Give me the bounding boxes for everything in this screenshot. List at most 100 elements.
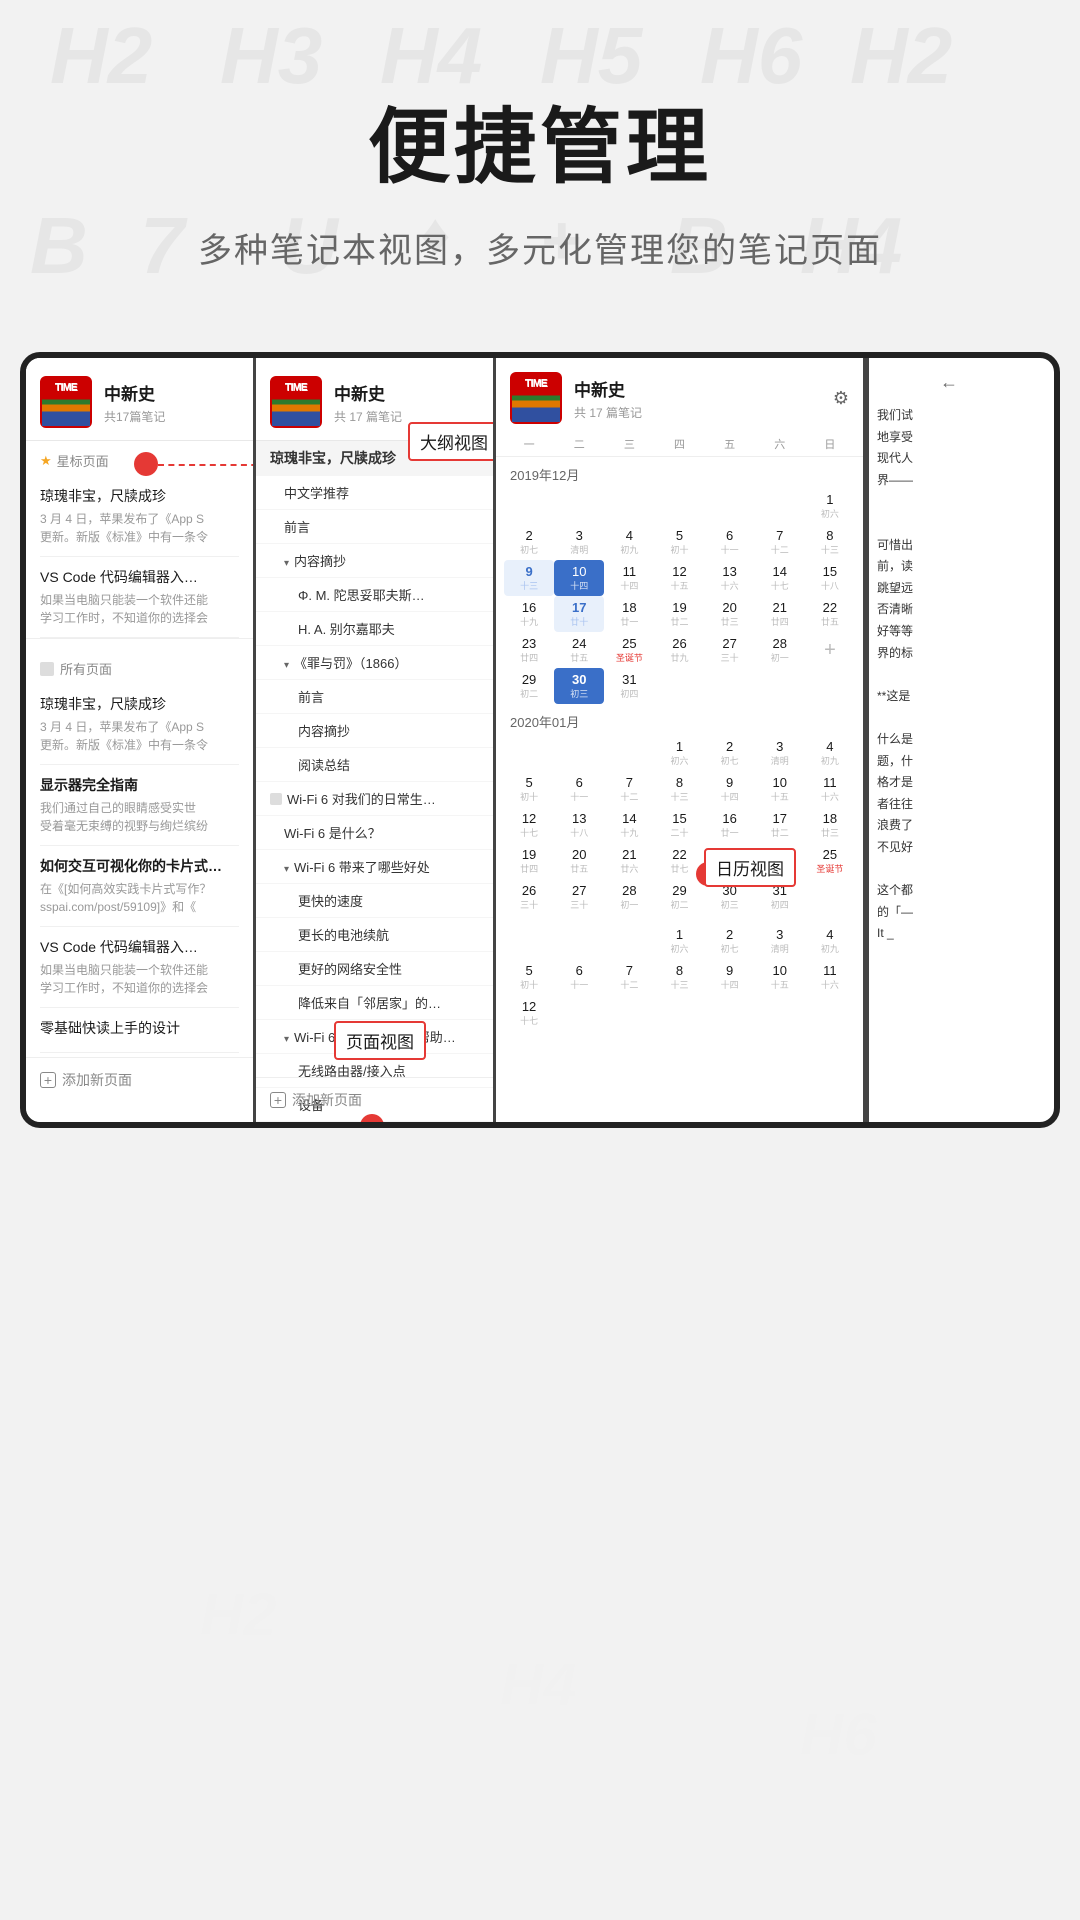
cal-cell[interactable]: 17廿十 <box>554 596 604 632</box>
cal-cell[interactable]: 3清明 <box>755 923 805 959</box>
cal-cell[interactable]: 5初十 <box>504 959 554 995</box>
cal-cell[interactable]: 2初七 <box>504 524 554 560</box>
list-item[interactable]: 琼瑰非宝，尺牍成珍 3 月 4 日，苹果发布了《App S更新。新版《标准》中有… <box>40 476 239 557</box>
cal-cell[interactable]: 28初一 <box>755 632 805 668</box>
screenshots-area: TIME 中新史 共17篇笔记 <box>0 332 1080 1208</box>
cal-cell[interactable]: 14十七 <box>755 560 805 596</box>
cal-cell[interactable]: 24廿五 <box>554 632 604 668</box>
back-icon[interactable]: ← <box>940 372 958 392</box>
list-item[interactable]: 琼瑰非宝，尺牍成珍 3 月 4 日，苹果发布了《App S更新。新版《标准》中有… <box>40 684 239 765</box>
list-item[interactable]: 零基础快读上手的设计 <box>40 1008 239 1053</box>
cal-cell[interactable]: 6十一 <box>705 524 755 560</box>
outline-item[interactable]: Φ. M. 陀思妥耶夫斯… <box>256 578 493 612</box>
cal-cell[interactable]: 12十五 <box>654 560 704 596</box>
cal-cell[interactable]: 12十七 <box>504 995 554 1031</box>
cal-cell[interactable]: 10十五 <box>755 771 805 807</box>
add-page-button-1[interactable]: + 添加新页面 <box>26 1057 253 1102</box>
cal-cell[interactable]: 26三十 <box>504 879 554 915</box>
cal-cell[interactable]: 7十二 <box>755 524 805 560</box>
cal-cell[interactable]: 7十二 <box>604 771 654 807</box>
cal-cell[interactable]: 11十四 <box>604 560 654 596</box>
cal-cell[interactable]: 21廿四 <box>755 596 805 632</box>
outline-item[interactable]: Wi-Fi 6 是什么？ <box>256 816 493 850</box>
outline-item[interactable]: 降低来自「邻居家」的… <box>256 986 493 1020</box>
outline-item[interactable]: 前言 <box>256 680 493 714</box>
list-item[interactable]: 如何交互可视化你的卡片式… 在《[如何高效实践卡片式写作？sspai.com/p… <box>40 846 239 927</box>
outline-item[interactable]: 中文学推荐 <box>256 476 493 510</box>
gear-icon[interactable]: ⚙ <box>833 388 849 409</box>
cal-cell[interactable]: 31初四 <box>604 668 654 704</box>
outline-item[interactable]: H. A. 别尔嘉耶夫 <box>256 612 493 646</box>
outline-item[interactable]: ▾《罪与罚》（1866） <box>256 646 493 680</box>
cal-cell[interactable]: 4初九 <box>805 923 855 959</box>
cal-cell[interactable]: 20廿五 <box>554 843 604 879</box>
notebook-cover-3: TIME <box>510 372 562 424</box>
cal-cell[interactable]: 19廿二 <box>654 596 704 632</box>
cal-cell-today2[interactable]: 30初三 <box>554 668 604 704</box>
cal-cell-holiday[interactable]: 25圣诞节 <box>604 632 654 668</box>
cal-cell[interactable]: 11十六 <box>805 771 855 807</box>
cal-cell-add[interactable]: + <box>805 632 855 668</box>
cal-cell[interactable]: 6十一 <box>554 771 604 807</box>
cal-cell[interactable]: 9十四 <box>705 959 755 995</box>
cal-cell[interactable]: 1 初六 <box>805 488 855 524</box>
cal-cell[interactable]: 27三十 <box>554 879 604 915</box>
list-item[interactable]: VS Code 代码编辑器入… 如果当电脑只能装一个软件还能学习工作时，不知道你… <box>40 557 239 638</box>
cal-cell[interactable]: 13十八 <box>554 807 604 843</box>
cal-cell[interactable]: 4初九 <box>805 735 855 771</box>
cal-cell-selected[interactable]: 10十四 <box>554 560 604 596</box>
cal-cell[interactable]: 17廿二 <box>755 807 805 843</box>
cal-cell[interactable]: 1初六 <box>654 923 704 959</box>
cal-cell[interactable]: 11十六 <box>805 959 855 995</box>
cal-cell[interactable]: 8十三 <box>654 771 704 807</box>
cal-cell[interactable]: 16廿一 <box>705 807 755 843</box>
cal-cell[interactable]: 27三十 <box>705 632 755 668</box>
cal-cell[interactable]: 18廿三 <box>805 807 855 843</box>
cal-cell[interactable]: 1初六 <box>654 735 704 771</box>
cal-cell[interactable]: 29初二 <box>654 879 704 915</box>
outline-item[interactable]: 更长的电池续航 <box>256 918 493 952</box>
outline-item[interactable]: ▾Wi-Fi 6 带来了哪些好处 <box>256 850 493 884</box>
cal-cell[interactable]: 2初七 <box>705 923 755 959</box>
cal-cell[interactable]: 28初一 <box>604 879 654 915</box>
cal-cell[interactable]: 3清明 <box>755 735 805 771</box>
outline-item[interactable]: ▾内容摘抄 <box>256 544 493 578</box>
cal-cell[interactable]: 6十一 <box>554 959 604 995</box>
outline-item[interactable]: 前言 <box>256 510 493 544</box>
cal-cell[interactable]: 12十七 <box>504 807 554 843</box>
cal-cell[interactable]: 13十六 <box>705 560 755 596</box>
cal-cell[interactable]: 14十九 <box>604 807 654 843</box>
cal-cell[interactable]: 18廿一 <box>604 596 654 632</box>
cal-cell[interactable]: 20廿三 <box>705 596 755 632</box>
cal-cell[interactable]: 7十二 <box>604 959 654 995</box>
cal-cell[interactable]: 5初十 <box>654 524 704 560</box>
list-item[interactable]: 显示器完全指南 我们通过自己的眼睛感受实世受着毫无束缚的视野与绚烂缤纷 <box>40 765 239 846</box>
cal-cell[interactable]: 16十九 <box>504 596 554 632</box>
cal-cell[interactable]: 19廿四 <box>504 843 554 879</box>
cal-cell-holiday[interactable]: 25圣诞节 <box>805 843 855 879</box>
cal-cell[interactable]: 21廿六 <box>604 843 654 879</box>
cal-cell[interactable]: 23廿四 <box>504 632 554 668</box>
outline-item[interactable]: 内容摘抄 <box>256 714 493 748</box>
outline-item[interactable]: 更快的速度 <box>256 884 493 918</box>
cal-cell[interactable]: 15二十 <box>654 807 704 843</box>
outline-item[interactable]: 阅读总结 <box>256 748 493 782</box>
cal-cell[interactable]: 15十八 <box>805 560 855 596</box>
outline-item[interactable]: 更好的网络安全性 <box>256 952 493 986</box>
cal-cell[interactable]: 26廿九 <box>654 632 704 668</box>
cal-cell[interactable]: 3清明 <box>554 524 604 560</box>
cal-cell[interactable]: 22廿五 <box>805 596 855 632</box>
list-item[interactable]: VS Code 代码编辑器入… 如果当电脑只能装一个软件还能学习工作时，不知道你… <box>40 927 239 1008</box>
outline-item[interactable]: Wi-Fi 6 对我们的日常生… <box>256 782 493 816</box>
cal-cell[interactable]: 8十三 <box>805 524 855 560</box>
cal-cell[interactable]: 5初十 <box>504 771 554 807</box>
cal-cell-today[interactable]: 9十三 <box>504 560 554 596</box>
back-button[interactable]: ← <box>877 372 958 393</box>
cal-cell[interactable]: 8十三 <box>654 959 704 995</box>
cal-cell[interactable]: 9十四 <box>705 771 755 807</box>
cal-cell[interactable]: 10十五 <box>755 959 805 995</box>
cal-cell[interactable]: 4初九 <box>604 524 654 560</box>
add-icon-2: + <box>270 1092 286 1108</box>
cal-cell[interactable]: 2初七 <box>705 735 755 771</box>
cal-cell[interactable]: 29初二 <box>504 668 554 704</box>
